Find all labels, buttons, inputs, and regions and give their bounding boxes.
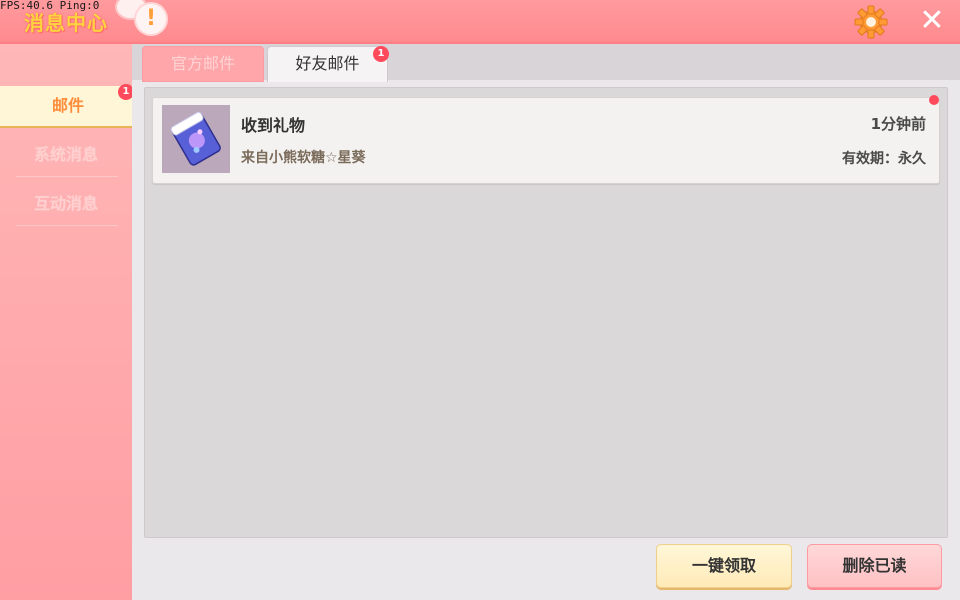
sidebar-item-system-messages[interactable]: 系统消息 xyxy=(0,135,132,175)
divider xyxy=(16,225,118,226)
sidebar-item-interaction-messages[interactable]: 互动消息 xyxy=(0,184,132,224)
friend-mail-badge: 1 xyxy=(373,46,389,62)
sidebar-item-mail[interactable]: 邮件 xyxy=(0,86,136,126)
mail-title: 收到礼物 xyxy=(241,116,306,135)
fps-readout: FPS:40.6 Ping:0 xyxy=(0,0,100,12)
tab-official-mail[interactable]: 官方邮件 xyxy=(142,46,264,82)
gift-card-icon xyxy=(162,105,230,173)
gear-icon[interactable] xyxy=(854,5,888,39)
alert-button[interactable]: ! xyxy=(136,4,166,34)
divider xyxy=(16,176,118,177)
unread-dot xyxy=(929,95,939,105)
sidebar: 邮件 系统消息 互动消息 xyxy=(0,44,136,600)
list-item[interactable] xyxy=(152,97,940,184)
mail-timestamp: 1分钟前 xyxy=(870,115,926,133)
mail-expiry: 有效期：永久 xyxy=(842,151,926,167)
mail-sender: 来自小熊软糖☆星葵 xyxy=(241,150,366,166)
tab-friend-mail[interactable]: 好友邮件 xyxy=(267,46,388,82)
close-button[interactable]: ✕ xyxy=(918,6,946,36)
delete-read-button[interactable]: 删除已读 xyxy=(807,544,942,588)
claim-all-button[interactable]: 一键领取 xyxy=(656,544,792,588)
